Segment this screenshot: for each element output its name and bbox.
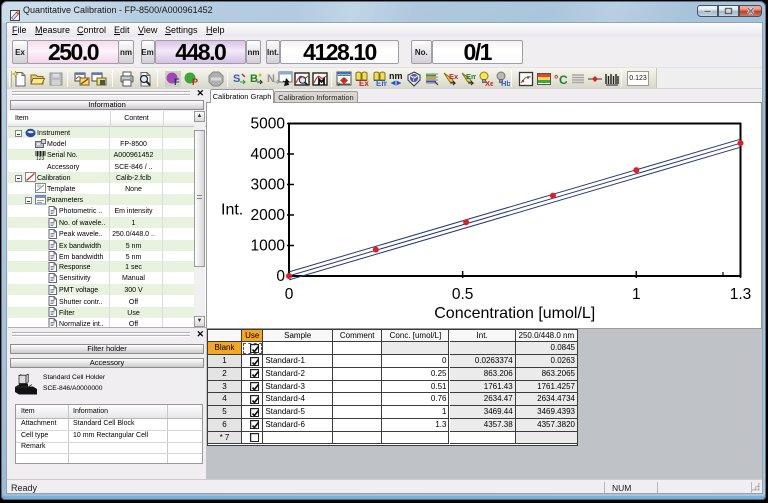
- svg-text:C: C: [559, 73, 568, 87]
- svg-text:Em: Em: [376, 79, 387, 87]
- svg-text:Ex: Ex: [449, 72, 458, 81]
- svg-text:B: B: [250, 73, 258, 85]
- svg-text:123: 123: [36, 156, 45, 160]
- svg-text:0: 0: [276, 268, 285, 285]
- svg-text:3000: 3000: [251, 176, 286, 193]
- svg-text:nm: nm: [389, 71, 403, 81]
- svg-text:Em: Em: [466, 72, 476, 81]
- svg-text:F: F: [174, 77, 180, 87]
- svg-text:5000: 5000: [251, 115, 286, 132]
- svg-text:Ex: Ex: [359, 79, 369, 87]
- svg-text:0.5: 0.5: [452, 286, 474, 303]
- svg-text:1000: 1000: [251, 237, 286, 254]
- svg-text:P: P: [192, 77, 198, 87]
- svg-text:0: 0: [337, 82, 340, 87]
- svg-text:Hb: Hb: [501, 79, 510, 87]
- svg-text:4000: 4000: [251, 146, 286, 163]
- svg-text:0: 0: [285, 286, 294, 303]
- svg-text:2000: 2000: [251, 207, 286, 224]
- svg-text:°: °: [554, 74, 558, 86]
- svg-text:Xe: Xe: [485, 79, 493, 87]
- svg-text:Int.: Int.: [221, 201, 243, 218]
- svg-text:Concentration [umol/L]: Concentration [umol/L]: [434, 305, 595, 322]
- svg-text:S: S: [233, 73, 240, 85]
- svg-text:N: N: [267, 73, 275, 85]
- svg-text:1.3: 1.3: [730, 286, 752, 303]
- svg-text:1: 1: [632, 286, 641, 303]
